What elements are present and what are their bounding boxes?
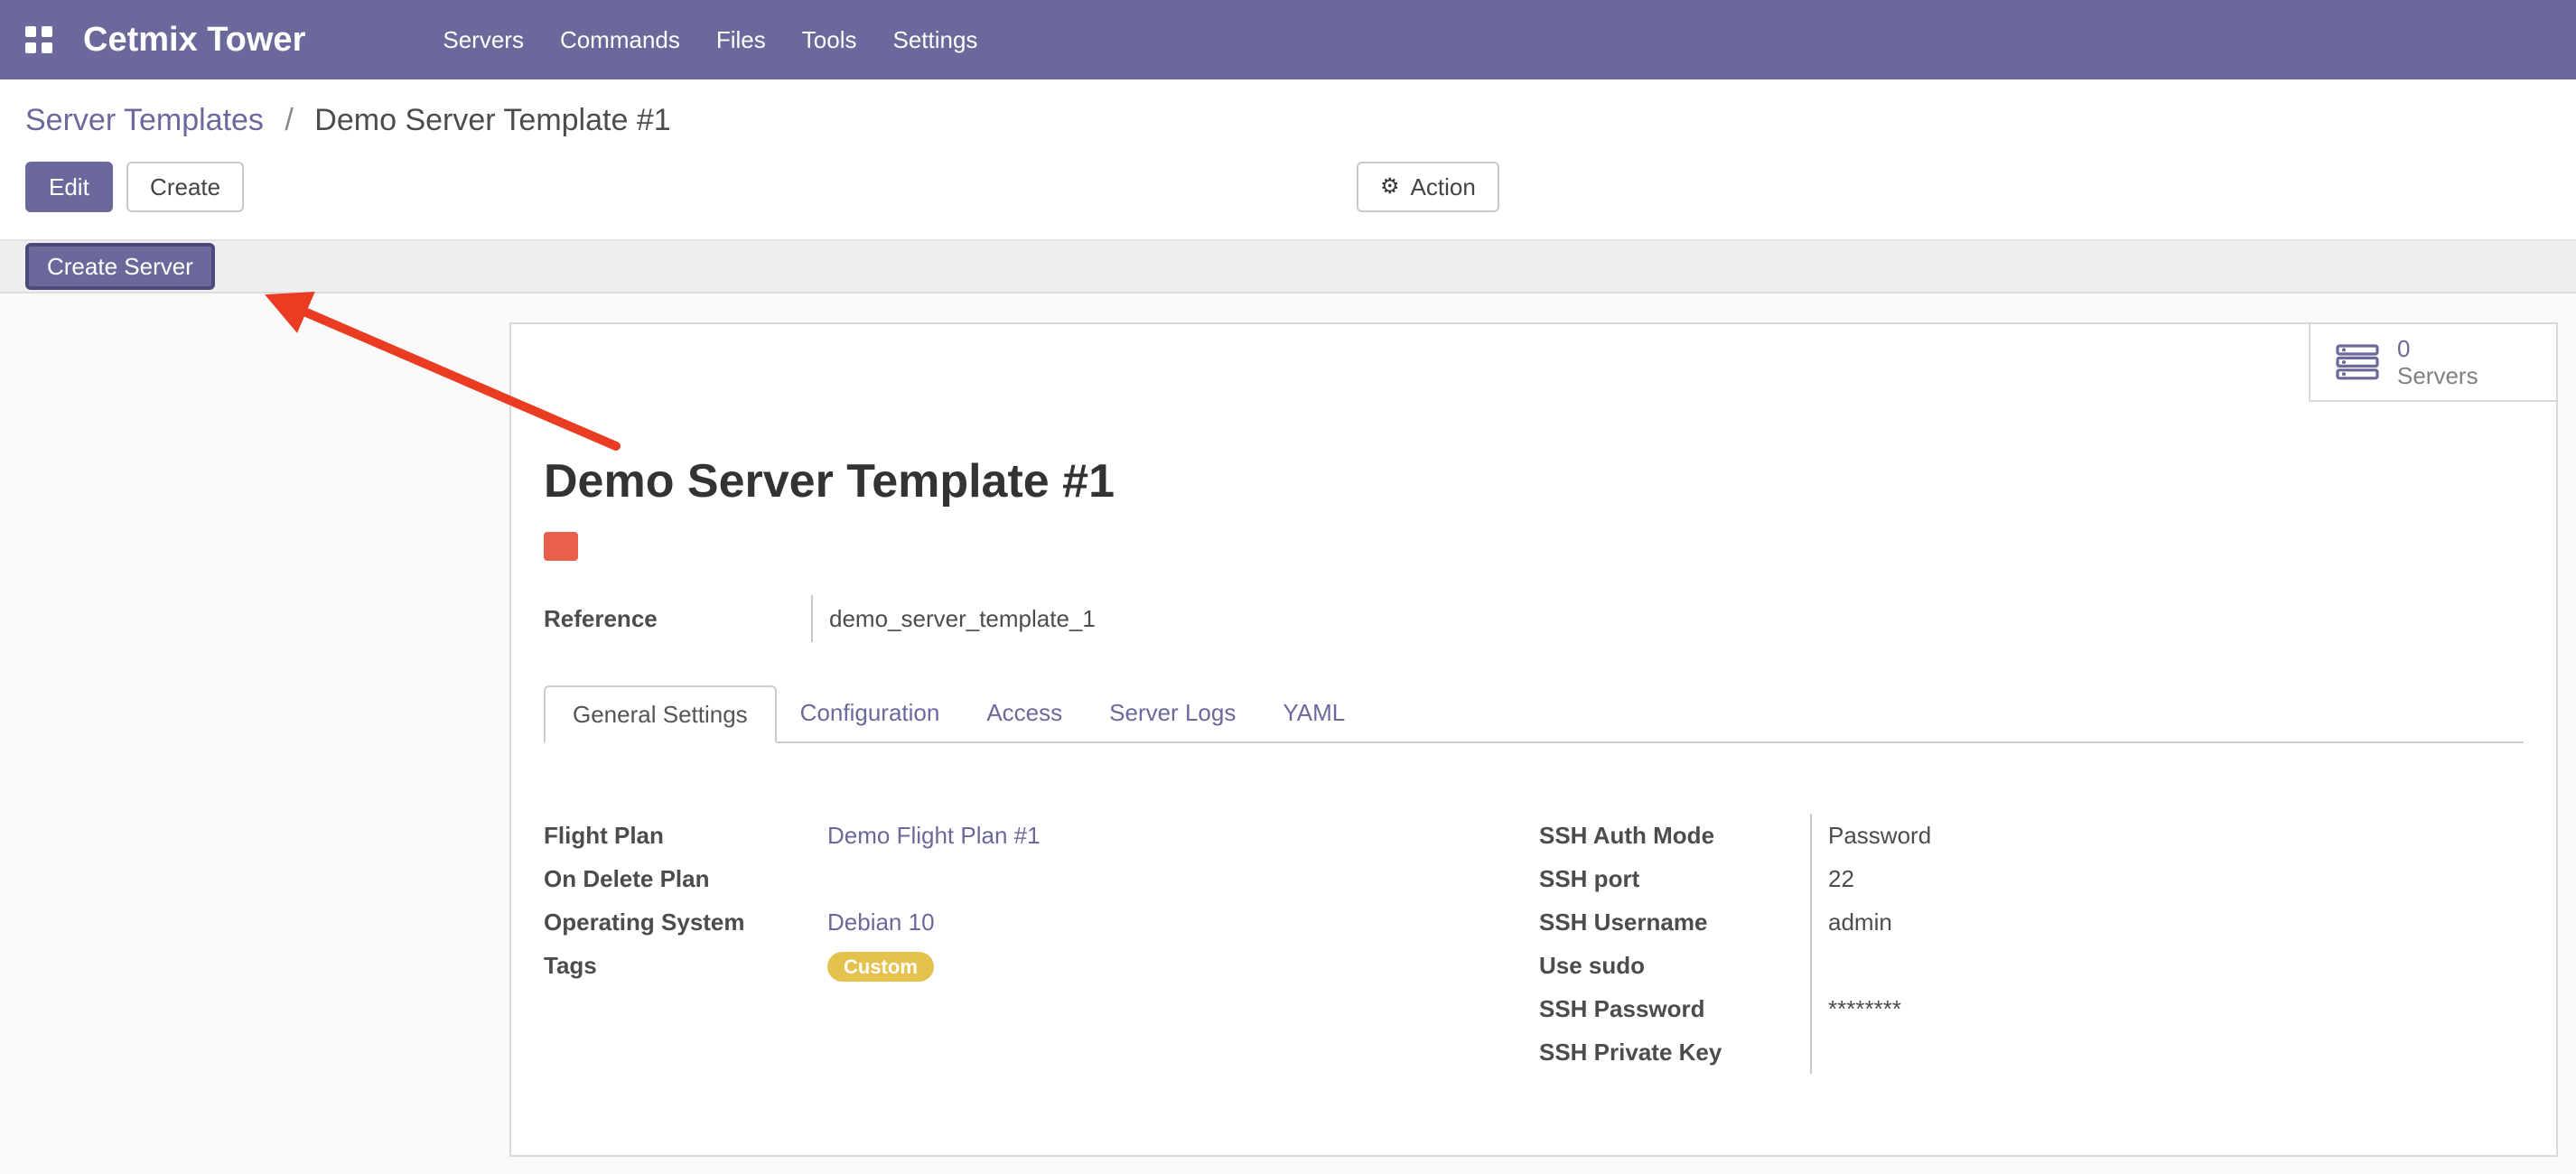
ssh-auth-mode-value: Password <box>1810 814 2524 857</box>
operating-system-link[interactable]: Debian 10 <box>811 908 935 936</box>
main-menu: Servers Commands Files Tools Settings <box>443 26 977 54</box>
action-statusbar: Create Server <box>0 239 2576 294</box>
field-label: Flight Plan <box>544 822 811 850</box>
field-row-use-sudo: Use sudo <box>1539 944 2524 987</box>
record-title: Demo Server Template #1 <box>544 456 2524 507</box>
record-sheet: Demo Server Template #1 Reference demo_s… <box>511 456 2556 1074</box>
form-column-right: SSH Auth Mode Password SSH port 22 SSH U… <box>1539 814 2524 1074</box>
use-sudo-value <box>1810 944 2524 987</box>
create-button[interactable]: Create <box>126 162 244 212</box>
breadcrumb-parent-link[interactable]: Server Templates <box>25 103 264 137</box>
breadcrumb-current: Demo Server Template #1 <box>314 103 670 137</box>
field-row-ssh-password: SSH Password ******** <box>1539 987 2524 1030</box>
field-row-operating-system: Operating System Debian 10 <box>544 900 1539 944</box>
breadcrumb: Server Templates / Demo Server Template … <box>0 79 2576 153</box>
nav-item-settings[interactable]: Settings <box>892 26 977 54</box>
stat-label: Servers <box>2397 362 2478 389</box>
page: Cetmix Tower Servers Commands Files Tool… <box>0 0 2576 1174</box>
field-row-ssh-private-key: SSH Private Key <box>1539 1030 2524 1074</box>
field-row-on-delete-plan: On Delete Plan <box>544 857 1539 900</box>
ssh-username-value: admin <box>1810 900 2524 944</box>
content-area: 0 Servers Demo Server Template #1 Refere… <box>0 294 2576 1174</box>
stat-value: 0 <box>2397 335 2478 362</box>
field-label: Operating System <box>544 908 811 936</box>
tab-configuration[interactable]: Configuration <box>777 685 964 741</box>
breadcrumb-separator: / <box>285 103 293 137</box>
ssh-password-value: ******** <box>1810 987 2524 1030</box>
apps-grid-square <box>42 42 52 53</box>
server-stack-icon <box>2336 344 2379 380</box>
form-column-left: Flight Plan Demo Flight Plan #1 On Delet… <box>544 814 1539 1074</box>
stat-text: 0 Servers <box>2397 335 2478 389</box>
flight-plan-link[interactable]: Demo Flight Plan #1 <box>811 822 1041 850</box>
apps-grid-square <box>25 42 36 53</box>
edit-button[interactable]: Edit <box>25 162 113 212</box>
nav-item-tools[interactable]: Tools <box>802 26 857 54</box>
nav-item-files[interactable]: Files <box>716 26 766 54</box>
field-row-reference: Reference demo_server_template_1 <box>544 595 2524 642</box>
nav-item-servers[interactable]: Servers <box>443 26 524 54</box>
general-settings-form: Flight Plan Demo Flight Plan #1 On Delet… <box>544 814 2524 1074</box>
brand-title[interactable]: Cetmix Tower <box>83 21 305 60</box>
field-label: SSH Username <box>1539 908 1810 936</box>
card-button-box: 0 Servers <box>511 324 2556 402</box>
reference-label: Reference <box>544 605 811 633</box>
field-label: Use sudo <box>1539 952 1810 980</box>
notebook-tabs: General Settings Configuration Access Se… <box>544 685 2524 743</box>
tag-badge-custom: Custom <box>827 952 934 982</box>
field-row-ssh-auth-mode: SSH Auth Mode Password <box>1539 814 2524 857</box>
field-label: SSH Auth Mode <box>1539 822 1810 850</box>
tags-value: Custom <box>811 952 934 980</box>
tab-yaml[interactable]: YAML <box>1259 685 1368 741</box>
tab-general-settings[interactable]: General Settings <box>544 685 777 743</box>
ssh-private-key-value <box>1810 1030 2524 1074</box>
reference-value: demo_server_template_1 <box>811 595 1096 642</box>
field-label: On Delete Plan <box>544 865 811 893</box>
field-label: SSH port <box>1539 865 1810 893</box>
nav-item-commands[interactable]: Commands <box>560 26 680 54</box>
template-color-swatch <box>544 532 578 561</box>
top-navbar: Cetmix Tower Servers Commands Files Tool… <box>0 0 2576 79</box>
record-card: 0 Servers Demo Server Template #1 Refere… <box>509 322 2558 1157</box>
field-row-ssh-port: SSH port 22 <box>1539 857 2524 900</box>
gear-icon: ⚙ <box>1380 172 1400 201</box>
ssh-port-value: 22 <box>1810 857 2524 900</box>
field-label: SSH Password <box>1539 995 1810 1023</box>
apps-grid-square <box>25 26 36 37</box>
tab-access[interactable]: Access <box>963 685 1086 741</box>
field-label: SSH Private Key <box>1539 1039 1810 1067</box>
action-button[interactable]: ⚙ Action <box>1357 162 1499 212</box>
field-row-flight-plan: Flight Plan Demo Flight Plan #1 <box>544 814 1539 857</box>
action-button-label: Action <box>1411 172 1476 201</box>
field-row-ssh-username: SSH Username admin <box>1539 900 2524 944</box>
field-row-tags: Tags Custom <box>544 944 1539 987</box>
apps-grid-square <box>42 26 52 37</box>
tab-server-logs[interactable]: Server Logs <box>1086 685 1259 741</box>
servers-stat-button[interactable]: 0 Servers <box>2309 324 2556 402</box>
field-label: Tags <box>544 952 811 980</box>
apps-grid-icon[interactable] <box>25 26 52 53</box>
create-server-button[interactable]: Create Server <box>25 243 215 290</box>
record-toolbar: Edit Create ⚙ Action <box>25 162 2551 212</box>
